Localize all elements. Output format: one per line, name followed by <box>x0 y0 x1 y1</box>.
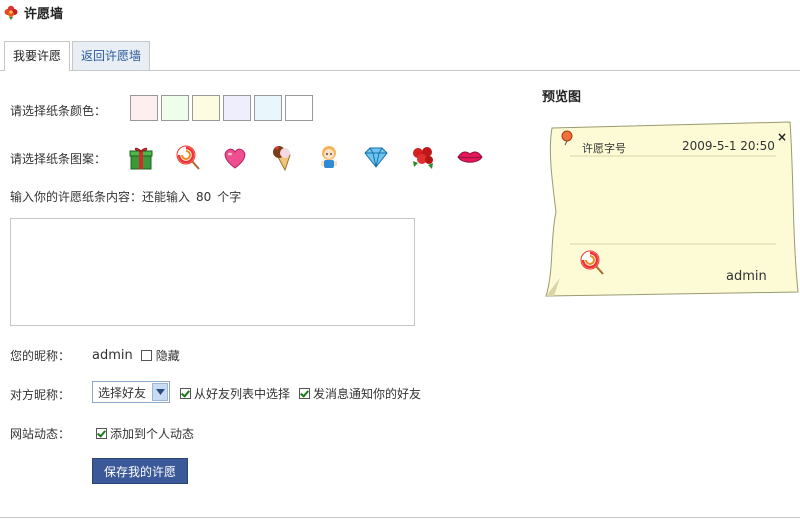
save-wish-button[interactable]: 保存我的许愿 <box>92 458 188 484</box>
chevron-down-icon <box>152 383 168 401</box>
feed-option: 添加到个人动态 <box>96 425 194 442</box>
nickname-value: admin <box>92 348 133 363</box>
doll-icon[interactable] <box>314 142 344 172</box>
pushpin-icon <box>560 130 574 149</box>
page-title: 许愿墙 <box>24 6 64 22</box>
feed-label: 网站动态： <box>10 427 71 441</box>
nickname-row: admin 隐藏 <box>92 347 180 364</box>
hide-checkbox[interactable] <box>140 350 152 361</box>
rose-bouquet-icon[interactable] <box>408 142 438 172</box>
flower-icon <box>2 3 20 21</box>
notify-option: 发消息通知你的好友 <box>299 385 421 402</box>
from-friends-checkbox[interactable] <box>180 388 191 399</box>
color-swatch-white[interactable] <box>285 95 313 121</box>
note-author: admin <box>726 269 767 284</box>
color-swatch-lavender[interactable] <box>223 95 251 121</box>
gift-icon[interactable] <box>126 142 156 172</box>
preview-title: 预览图 <box>542 90 582 105</box>
preview-note: × 许愿字号 2009-5-1 20:50 admin <box>540 120 800 300</box>
pattern-options <box>126 142 485 172</box>
feed-option-label: 添加到个人动态 <box>110 427 195 441</box>
pattern-label: 请选择纸条图案： <box>10 152 107 166</box>
ice-cream-icon[interactable] <box>267 142 297 172</box>
lips-icon[interactable] <box>455 142 485 172</box>
color-swatch-pink[interactable] <box>130 95 158 121</box>
remaining-count: 80 <box>196 190 212 204</box>
target-nickname-label: 对方昵称： <box>10 388 71 402</box>
from-friends-label: 从好友列表中选择 <box>194 387 291 401</box>
wish-content-input[interactable] <box>10 218 415 326</box>
lollipop-icon <box>578 248 606 279</box>
diamond-icon[interactable] <box>361 142 391 172</box>
notify-checkbox[interactable] <box>299 388 310 399</box>
note-title: 许愿字号 <box>582 142 626 155</box>
color-swatches <box>130 95 313 121</box>
color-label: 请选择纸条颜色： <box>10 104 107 118</box>
heart-icon[interactable] <box>220 142 250 172</box>
tab-bar: 我要许愿 返回许愿墙 <box>0 40 800 71</box>
tab-back-to-wall[interactable]: 返回许愿墙 <box>72 41 151 70</box>
lollipop-icon[interactable] <box>173 142 203 172</box>
color-swatch-green[interactable] <box>161 95 189 121</box>
content-hint-prefix: 输入你的许愿纸条内容：还能输入 <box>10 190 191 204</box>
feed-checkbox[interactable] <box>96 428 107 439</box>
content-hint: 输入你的许愿纸条内容：还能输入 80 个字 <box>10 188 241 205</box>
note-date: 2009-5-1 20:50 <box>682 139 775 153</box>
bottom-divider <box>0 517 800 518</box>
hide-label: 隐藏 <box>155 349 180 363</box>
page-header: 许愿墙 <box>2 2 63 22</box>
color-swatch-yellow[interactable] <box>192 95 220 121</box>
notify-label: 发消息通知你的好友 <box>313 387 422 401</box>
close-icon[interactable]: × <box>777 130 787 144</box>
nickname-label: 您的昵称： <box>10 349 71 363</box>
friend-select[interactable]: 选择好友 <box>92 381 170 403</box>
color-swatch-blue[interactable] <box>254 95 282 121</box>
content-hint-suffix: 个字 <box>217 190 242 204</box>
tab-make-wish[interactable]: 我要许愿 <box>4 41 71 71</box>
from-friends-option: 从好友列表中选择 <box>180 385 290 402</box>
friend-select-value: 选择好友 <box>98 385 147 400</box>
